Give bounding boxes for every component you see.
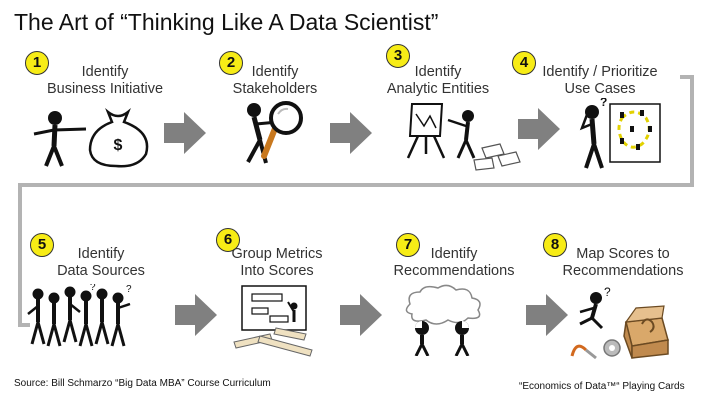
money-bag-icon: $ bbox=[33, 108, 149, 168]
step-4-label-line1: Identify / Prioritize bbox=[542, 64, 658, 80]
step-3-label-line2: Analytic Entities bbox=[386, 81, 490, 97]
step-2-label: Identify Stakeholders bbox=[205, 64, 345, 98]
flow-arrow-2-to-3 bbox=[330, 112, 372, 154]
step-1-label-line1: Identify bbox=[81, 64, 129, 80]
step-8-label-line1: Map Scores to bbox=[576, 246, 670, 262]
step-8-label-line2: Recommendations bbox=[562, 263, 684, 279]
step-5-label-line2: Data Sources bbox=[57, 263, 145, 279]
step-1-label-line2: Business Initiative bbox=[46, 81, 164, 97]
step-5-label: Identify Data Sources bbox=[36, 246, 166, 280]
flow-arrow-7-to-8 bbox=[526, 294, 568, 336]
flow-arrow-1-to-2 bbox=[164, 112, 206, 154]
step-1-label: Identify Business Initiative bbox=[20, 64, 190, 98]
dollar-sign: $ bbox=[114, 137, 123, 154]
step-8-label: Map Scores to Recommendations bbox=[548, 246, 698, 280]
source-footnote: Source: Bill Schmarzo “Big Data MBA” Cou… bbox=[14, 378, 271, 389]
step-4-label-line2: Use Cases bbox=[564, 81, 636, 97]
step-6-label-line1: Group Metrics bbox=[231, 246, 323, 262]
step-2-label-line2: Stakeholders bbox=[232, 81, 318, 97]
step-7-label-line1: Identify bbox=[430, 246, 478, 262]
whiteboard-with-planks-icon bbox=[233, 285, 313, 357]
step-2-label-line1: Identify bbox=[251, 64, 299, 80]
step-6-label-line2: Into Scores bbox=[240, 263, 314, 279]
step-5-label-line1: Identify bbox=[77, 246, 125, 262]
two-people-thought-cloud-icon bbox=[405, 284, 481, 356]
step-6-label: Group Metrics Into Scores bbox=[212, 246, 342, 280]
step-4-label: Identify / Prioritize Use Cases bbox=[530, 64, 670, 98]
step-3-label: Identify Analytic Entities bbox=[368, 64, 508, 98]
flow-arrow-3-to-4 bbox=[518, 108, 560, 150]
question-mark: ? bbox=[90, 284, 96, 293]
question-mark: ? bbox=[600, 98, 607, 109]
thinking-person-whiteboard-icon: ? bbox=[579, 98, 661, 169]
flow-arrow-5-to-6 bbox=[175, 294, 217, 336]
flow-arrow-6-to-7 bbox=[340, 294, 382, 336]
playing-cards-footnote: “Economics of Data™“ Playing Cards bbox=[519, 381, 685, 392]
easel-presenter-icon bbox=[406, 103, 521, 171]
step-7-label-line2: Recommendations bbox=[393, 263, 515, 279]
step-7-label: Identify Recommendations bbox=[384, 246, 524, 280]
toolbox-gears-icon: ? bbox=[570, 285, 669, 360]
question-mark: ? bbox=[126, 284, 132, 295]
step-3-label-line1: Identify bbox=[414, 64, 462, 80]
crowd-of-people-icon: ? ? bbox=[27, 284, 132, 347]
question-mark: ? bbox=[604, 285, 611, 299]
magnifying-glass-person-icon bbox=[246, 101, 303, 164]
